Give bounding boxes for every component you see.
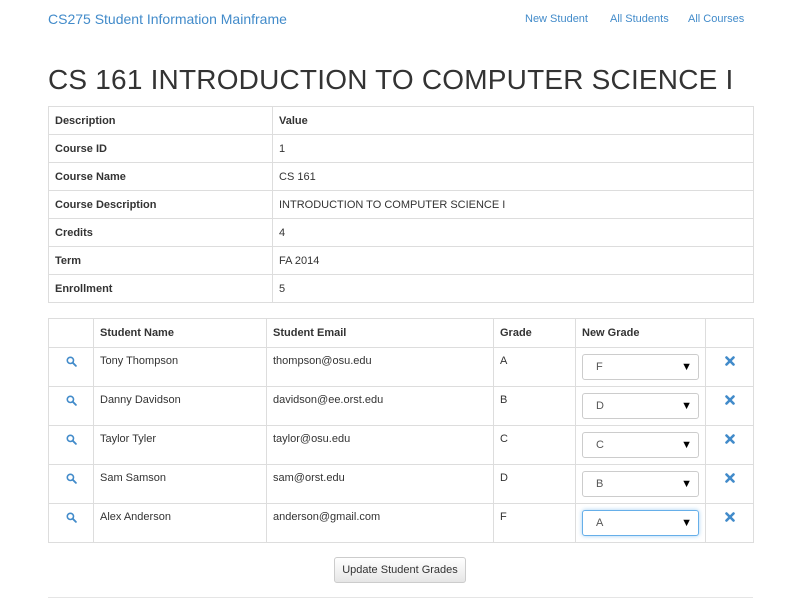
remove-x-icon[interactable] [724,511,735,523]
term-label: Term [48,246,273,275]
table-row: Sam Samson sam@orst.edu D B ▼ [48,464,754,504]
search-icon[interactable] [66,511,77,523]
table-row: Danny Davidson davidson@ee.orst.edu B D ▼ [48,386,754,426]
course-id-label: Course ID [48,134,273,163]
student-grade: D [493,464,576,504]
new-grade-value: F [596,361,603,373]
table-row: Taylor Tyler taylor@osu.edu C C ▼ [48,425,754,465]
student-grade: C [493,425,576,465]
credits-label: Credits [48,218,273,247]
caret-down-icon: ▼ [681,478,692,490]
caret-down-icon: ▼ [681,517,692,529]
table-row: Tony Thompson thompson@osu.edu A F ▼ [48,347,754,387]
search-icon[interactable] [66,472,77,484]
column-header-description: Description [48,106,273,135]
table-row: Course Name CS 161 [48,162,754,191]
students-table: Student Name Student Email Grade New Gra… [48,318,754,543]
credits-value: 4 [272,218,754,247]
student-email: taylor@osu.edu [266,425,494,465]
new-grade-value: D [596,400,604,412]
brand-link[interactable]: CS275 Student Information Mainframe [48,11,287,27]
table-row: Alex Anderson anderson@gmail.com F A ▼ [48,503,754,543]
student-grade: B [493,386,576,426]
student-name: Alex Anderson [93,503,267,543]
column-header-value: Value [272,106,754,135]
table-row: Credits 4 [48,218,754,247]
student-grade: A [493,347,576,387]
student-name: Taylor Tyler [93,425,267,465]
remove-x-icon[interactable] [724,394,735,406]
enrollment-label: Enrollment [48,274,273,303]
new-grade-value: B [596,478,604,490]
remove-x-icon[interactable] [724,355,735,367]
course-info-table: Description Value Course ID 1 Course Nam… [48,106,754,303]
nav-all-students[interactable]: All Students [610,13,669,25]
divider [48,597,753,598]
column-header-student-email: Student Email [266,318,494,348]
table-header-row: Student Name Student Email Grade New Gra… [48,318,754,348]
student-email: anderson@gmail.com [266,503,494,543]
update-student-grades-button[interactable]: Update Student Grades [334,557,466,583]
column-header-grade: Grade [493,318,576,348]
new-grade-select[interactable]: A ▼ [582,510,699,536]
new-grade-select[interactable]: D ▼ [582,393,699,419]
table-row: Term FA 2014 [48,246,754,275]
student-email: davidson@ee.orst.edu [266,386,494,426]
student-name: Tony Thompson [93,347,267,387]
column-header-student-name: Student Name [93,318,267,348]
course-name-value: CS 161 [272,162,754,191]
course-description-label: Course Description [48,190,273,219]
new-grade-value: C [596,439,604,451]
course-name-label: Course Name [48,162,273,191]
term-value: FA 2014 [272,246,754,275]
search-icon[interactable] [66,394,77,406]
enrollment-value: 5 [272,274,754,303]
nav-new-student[interactable]: New Student [525,13,588,25]
student-email: thompson@osu.edu [266,347,494,387]
new-grade-select[interactable]: C ▼ [582,432,699,458]
student-email: sam@orst.edu [266,464,494,504]
table-row: Course Description INTRODUCTION TO COMPU… [48,190,754,219]
caret-down-icon: ▼ [681,400,692,412]
new-grade-value: A [596,517,604,529]
caret-down-icon: ▼ [681,361,692,373]
new-grade-select[interactable]: B ▼ [582,471,699,497]
caret-down-icon: ▼ [681,439,692,451]
column-header-new-grade: New Grade [575,318,706,348]
student-grade: F [493,503,576,543]
table-row: Enrollment 5 [48,274,754,303]
column-header-remove [705,318,754,348]
remove-x-icon[interactable] [724,472,735,484]
search-icon[interactable] [66,355,77,367]
student-name: Danny Davidson [93,386,267,426]
new-grade-select[interactable]: F ▼ [582,354,699,380]
student-name: Sam Samson [93,464,267,504]
remove-x-icon[interactable] [724,433,735,445]
navbar: CS275 Student Information Mainframe New … [0,0,800,40]
search-icon[interactable] [66,433,77,445]
table-header-row: Description Value [48,106,754,135]
course-id-value: 1 [272,134,754,163]
course-description-value: INTRODUCTION TO COMPUTER SCIENCE I [272,190,754,219]
column-header-view [48,318,94,348]
page-title: CS 161 INTRODUCTION TO COMPUTER SCIENCE … [48,64,734,95]
nav-all-courses[interactable]: All Courses [688,13,744,25]
table-row: Course ID 1 [48,134,754,163]
